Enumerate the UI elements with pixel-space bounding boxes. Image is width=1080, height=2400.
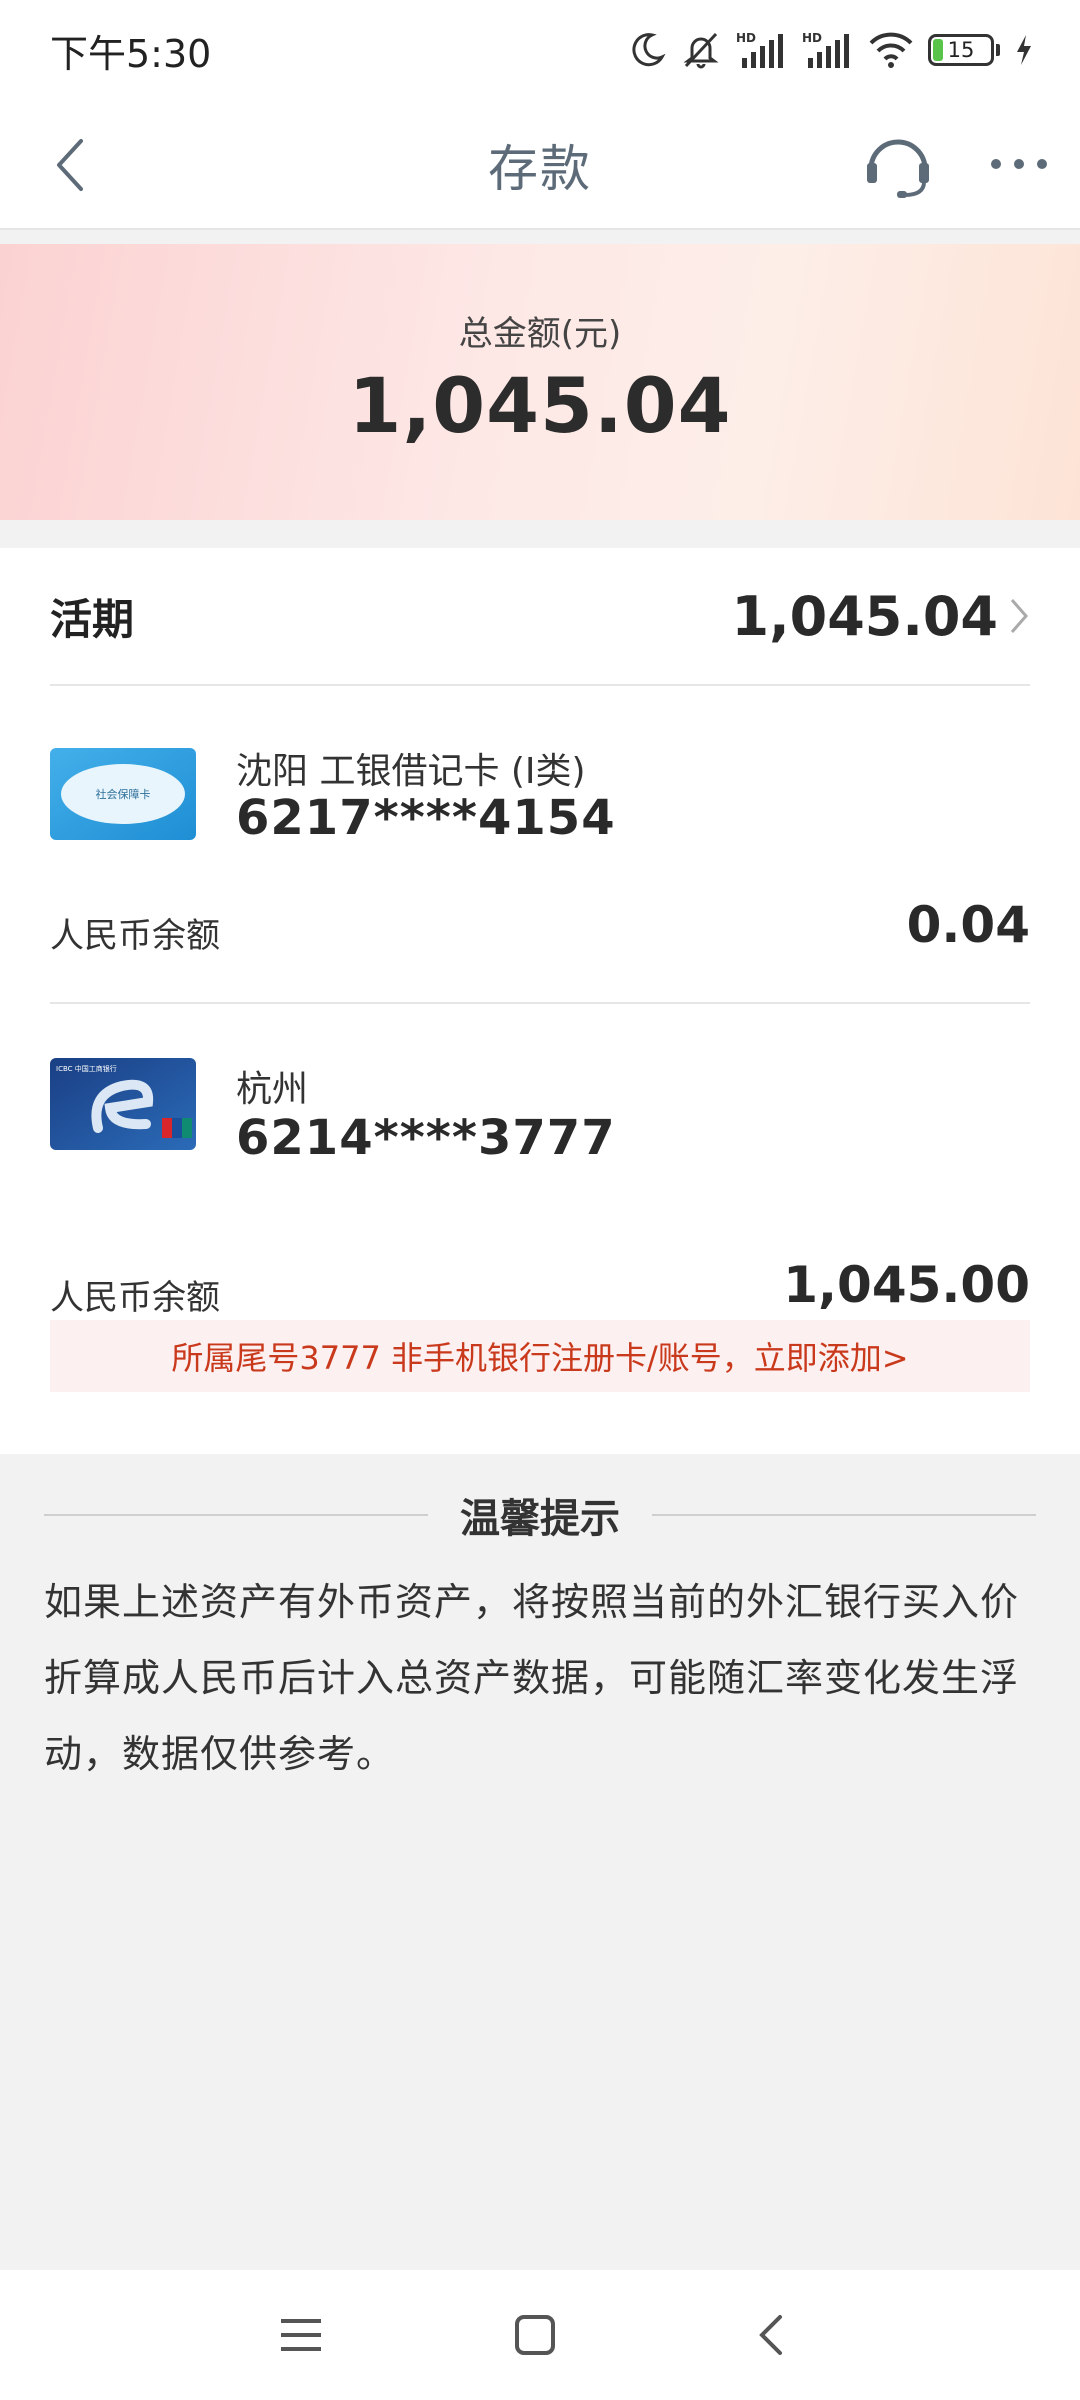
recent-apps-button[interactable] [266,2300,336,2370]
status-bar: 下午5:30 HD HD 15 [0,0,1080,100]
deposit-card: 活期 1,045.04 社会保障卡 沈阳 工银借记卡 (I类) 6217****… [0,548,1080,1454]
home-icon [515,2315,555,2355]
deposit-page: 下午5:30 HD HD 15 存款 总金额(元) 1,045.04 活期 1,… [0,0,1080,2400]
social-security-card-image: 社会保障卡 [50,748,196,840]
balance-label: 人民币余额 [50,1278,220,1318]
card-branch: 杭州 [236,1069,309,1110]
moon-icon [628,31,666,69]
add-account-notice-link[interactable]: 所属尾号3777 非手机银行注册卡/账号，立即添加> [50,1320,1030,1392]
account-item[interactable]: ICBC 中国工商银行 杭州 6214****3777 人民币余额 1,045.… [50,1004,1030,1434]
more-icon [991,159,1047,169]
balance-amount: 0.04 [906,896,1030,954]
total-amount: 1,045.04 [348,361,732,450]
status-icons: HD HD 15 [628,30,1034,70]
account-item[interactable]: 社会保障卡 沈阳 工银借记卡 (I类) 6217****4154 人民币余额 0… [50,686,1030,1004]
demand-amount: 1,045.04 [731,584,998,648]
balance-label: 人民币余额 [50,916,220,956]
card-branch: 沈阳 工银借记卡 (I类) [236,751,586,792]
card-number: 6214****3777 [236,1110,616,1166]
menu-icon [281,2319,321,2351]
chevron-right-icon [1008,596,1030,636]
tips-body: 如果上述资产有外币资产，将按照当前的外汇银行买入价折算成人民币后计入总资产数据，… [44,1580,1020,1776]
more-button[interactable] [984,134,1054,194]
demand-deposit-row[interactable]: 活期 1,045.04 [50,548,1030,686]
tips-section: 温馨提示 如果上述资产有外币资产，将按照当前的外汇银行买入价折算成人民币后计入总… [44,1480,1036,1792]
back-icon [759,2315,782,2355]
nav-bar: 存款 [0,100,1080,230]
customer-service-button[interactable] [860,126,936,202]
card-logo-text: ICBC 中国工商银行 [56,1064,117,1073]
battery-icon: 15 [928,34,1000,66]
status-time: 下午5:30 [50,31,212,76]
svg-text:HD: HD [802,31,822,45]
charging-icon [1014,33,1034,67]
total-banner: 总金额(元) 1,045.04 [0,244,1080,520]
tips-header: 温馨提示 [44,1480,1036,1550]
system-back-button[interactable] [736,2300,806,2370]
wifi-icon [868,31,914,69]
hd-signal-icon: HD [736,30,788,70]
battery-level: 15 [947,38,975,62]
card-number: 6217****4154 [236,790,616,846]
balance-amount: 1,045.00 [783,1256,1030,1314]
mute-icon [680,30,722,70]
divider [44,1514,428,1516]
svg-text:HD: HD [736,31,756,45]
home-button[interactable] [500,2300,570,2370]
tips-title: 温馨提示 [436,1486,644,1544]
card-logo-text: 社会保障卡 [96,787,151,801]
icbc-card-image: ICBC 中国工商银行 [50,1058,196,1150]
hd-signal-icon: HD [802,30,854,70]
total-label: 总金额(元) [458,314,622,354]
headset-icon [867,139,929,198]
divider [652,1514,1036,1516]
system-navigation-bar [0,2270,1080,2400]
demand-label: 活期 [50,594,135,644]
